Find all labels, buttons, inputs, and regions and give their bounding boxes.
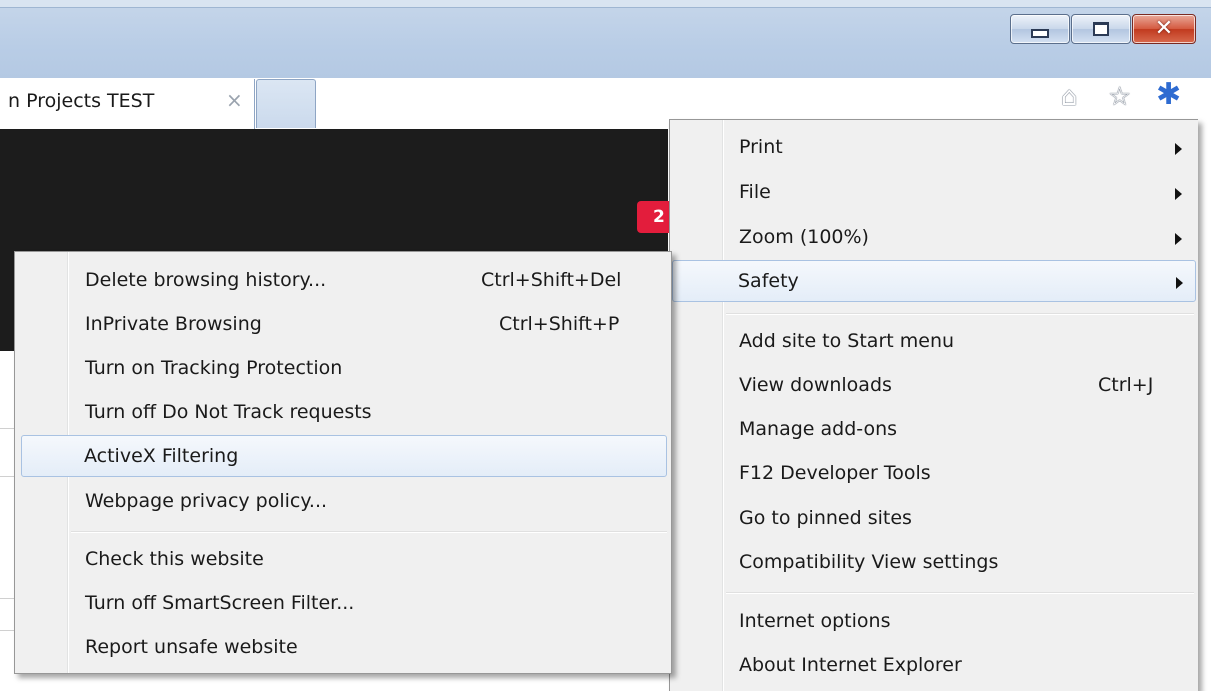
menu-item-shortcut: Ctrl+Shift+Del xyxy=(481,269,622,291)
minimize-icon xyxy=(1031,28,1049,38)
menu-item-label: About Internet Explorer xyxy=(739,654,962,676)
submenu-arrow-icon xyxy=(1175,188,1182,200)
menu-item-delete-browsing-history[interactable]: Delete browsing history... Ctrl+Shift+De… xyxy=(17,260,669,300)
minimize-button[interactable] xyxy=(1010,14,1070,44)
close-icon: ✕ xyxy=(1154,16,1174,41)
tools-menu: Print File Zoom (100%) Safety Add site t… xyxy=(669,119,1198,691)
menu-item-check-this-website[interactable]: Check this website xyxy=(17,539,669,579)
menu-item-label: Add site to Start menu xyxy=(739,330,955,352)
menu-item-label: Manage add-ons xyxy=(739,418,898,440)
menu-item-label: View downloads xyxy=(739,374,892,396)
submenu-arrow-icon xyxy=(1176,277,1183,289)
menu-item-turn-on-tracking-protection[interactable]: Turn on Tracking Protection xyxy=(17,348,669,388)
menu-item-label: Zoom (100%) xyxy=(739,226,869,248)
menu-item-label: Print xyxy=(739,136,783,158)
menu-item-view-downloads[interactable]: View downloads Ctrl+J xyxy=(672,365,1196,405)
menu-item-label: Turn off SmartScreen Filter... xyxy=(85,592,355,614)
menu-item-label: Webpage privacy policy... xyxy=(85,490,328,512)
menu-item-shortcut: Ctrl+Shift+P xyxy=(499,313,620,335)
menu-item-label: Go to pinned sites xyxy=(739,507,912,529)
menu-item-activex-filtering[interactable]: ActiveX Filtering xyxy=(21,435,667,477)
menu-item-turn-off-smartscreen-filter[interactable]: Turn off SmartScreen Filter... xyxy=(17,583,669,623)
menu-item-report-unsafe-website[interactable]: Report unsafe website xyxy=(17,627,669,667)
menu-item-label: Turn on Tracking Protection xyxy=(85,357,343,379)
menu-item-label: ActiveX Filtering xyxy=(84,445,239,467)
menu-item-label: File xyxy=(739,181,771,203)
menu-item-turn-off-do-not-track[interactable]: Turn off Do Not Track requests xyxy=(17,392,669,432)
menu-item-compatibility-view-settings[interactable]: Compatibility View settings xyxy=(672,542,1196,582)
new-tab-button[interactable] xyxy=(256,79,316,128)
submenu-arrow-icon xyxy=(1175,143,1182,155)
tab-title: n Projects TEST xyxy=(8,90,155,112)
home-icon[interactable]: ⌂ xyxy=(1061,84,1078,110)
safety-submenu: Delete browsing history... Ctrl+Shift+De… xyxy=(14,251,672,674)
close-window-button[interactable]: ✕ xyxy=(1132,14,1196,44)
menu-item-go-to-pinned-sites[interactable]: Go to pinned sites xyxy=(672,498,1196,538)
browser-tab[interactable]: n Projects TEST × xyxy=(0,79,255,129)
menu-item-f12-developer-tools[interactable]: F12 Developer Tools xyxy=(672,453,1196,493)
menu-item-inprivate-browsing[interactable]: InPrivate Browsing Ctrl+Shift+P xyxy=(17,304,669,344)
star-icon[interactable]: ☆ xyxy=(1108,84,1131,110)
menu-separator xyxy=(726,592,1194,594)
menu-item-label: Check this website xyxy=(85,548,264,570)
window-top-edge xyxy=(0,0,1211,8)
menu-item-shortcut: Ctrl+J xyxy=(1098,374,1154,396)
menu-item-label: Turn off Do Not Track requests xyxy=(85,401,372,423)
menu-item-file[interactable]: File xyxy=(672,172,1196,212)
menu-item-label: F12 Developer Tools xyxy=(739,462,931,484)
menu-item-zoom[interactable]: Zoom (100%) xyxy=(672,217,1196,257)
menu-item-print[interactable]: Print xyxy=(672,127,1196,167)
menu-item-add-site-to-start-menu[interactable]: Add site to Start menu xyxy=(672,321,1196,361)
tab-close-icon[interactable]: × xyxy=(226,88,243,112)
menu-item-label: Delete browsing history... xyxy=(85,269,327,291)
gear-icon[interactable]: ✱ xyxy=(1156,80,1181,110)
menu-separator xyxy=(71,531,667,533)
menu-item-manage-add-ons[interactable]: Manage add-ons xyxy=(672,409,1196,449)
menu-item-label: Report unsafe website xyxy=(85,636,298,658)
menu-item-internet-options[interactable]: Internet options xyxy=(672,601,1196,641)
submenu-arrow-icon xyxy=(1175,233,1182,245)
menu-separator xyxy=(726,313,1194,315)
menu-item-label: Safety xyxy=(738,270,799,292)
menu-item-about-internet-explorer[interactable]: About Internet Explorer xyxy=(672,645,1196,685)
menu-item-label: InPrivate Browsing xyxy=(85,313,262,335)
menu-item-label: Internet options xyxy=(739,610,891,632)
menu-item-safety[interactable]: Safety xyxy=(672,260,1196,302)
menu-item-label: Compatibility View settings xyxy=(739,551,999,573)
maximize-icon xyxy=(1093,22,1109,36)
maximize-button[interactable] xyxy=(1071,14,1131,44)
menu-item-webpage-privacy-policy[interactable]: Webpage privacy policy... xyxy=(17,481,669,521)
